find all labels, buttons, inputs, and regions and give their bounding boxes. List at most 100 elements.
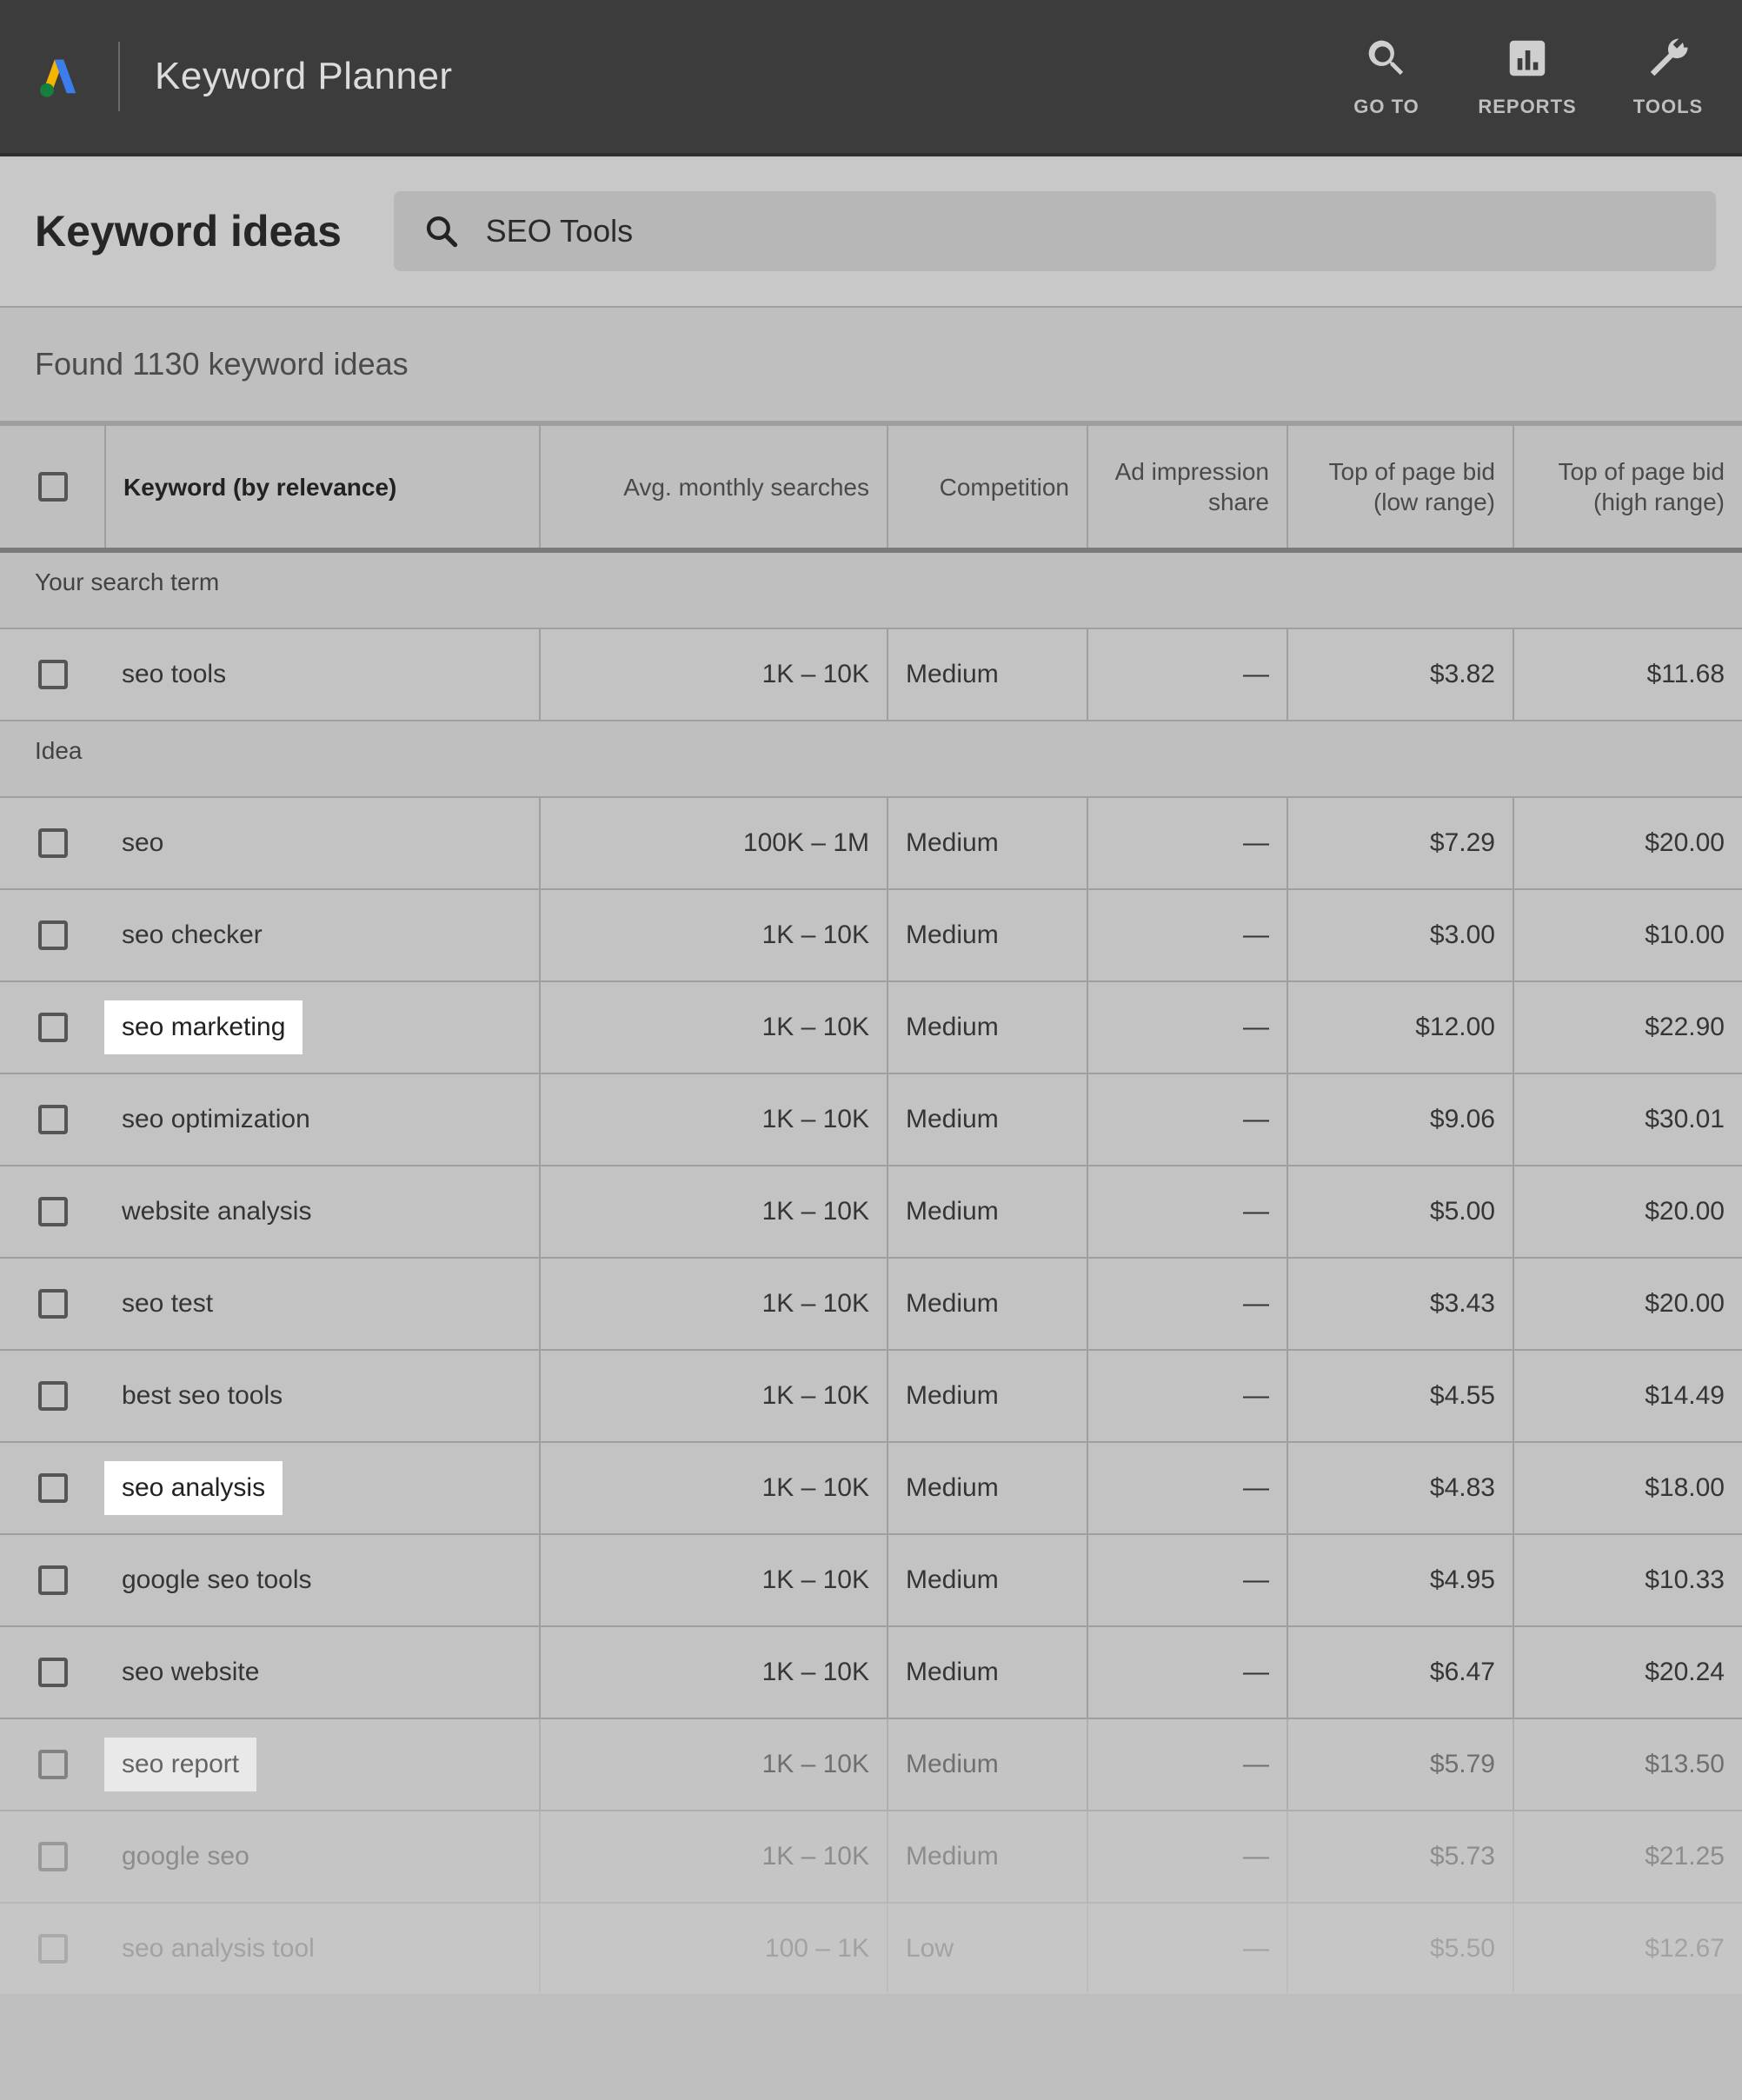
cell-bid-high: $20.00 bbox=[1513, 798, 1742, 888]
nav-goto[interactable]: GO TO bbox=[1347, 35, 1426, 118]
cell-keyword: google seo bbox=[104, 1811, 539, 1902]
table-row[interactable]: seo100K – 1MMedium—$7.29$20.00 bbox=[0, 798, 1742, 890]
row-checkbox[interactable] bbox=[38, 660, 68, 689]
bar-chart-icon bbox=[1504, 35, 1551, 82]
cell-keyword: seo checker bbox=[104, 890, 539, 980]
row-checkbox-cell bbox=[0, 1166, 104, 1257]
row-checkbox-cell bbox=[0, 629, 104, 720]
row-checkbox[interactable] bbox=[38, 1197, 68, 1226]
wrench-icon bbox=[1645, 35, 1692, 82]
table-row[interactable]: seo analysis1K – 10KMedium—$4.83$18.00 bbox=[0, 1443, 1742, 1535]
cell-keyword: seo report bbox=[104, 1719, 539, 1810]
cell-competition: Medium bbox=[887, 1074, 1087, 1165]
cell-bid-low: $4.83 bbox=[1287, 1443, 1513, 1533]
row-checkbox-cell bbox=[0, 1904, 104, 1994]
row-checkbox[interactable] bbox=[38, 1381, 68, 1411]
table-row[interactable]: seo report1K – 10KMedium—$5.79$13.50 bbox=[0, 1719, 1742, 1811]
cell-bid-high: $10.00 bbox=[1513, 890, 1742, 980]
cell-competition: Medium bbox=[887, 798, 1087, 888]
col-keyword[interactable]: Keyword (by relevance) bbox=[104, 426, 539, 548]
cell-bid-low: $3.82 bbox=[1287, 629, 1513, 720]
row-checkbox[interactable] bbox=[38, 1565, 68, 1595]
search-input[interactable] bbox=[484, 212, 1686, 250]
row-checkbox-cell bbox=[0, 1351, 104, 1441]
col-ad-share[interactable]: Ad impression share bbox=[1087, 426, 1287, 548]
cell-competition: Medium bbox=[887, 1259, 1087, 1349]
cell-ad-share: — bbox=[1087, 1351, 1287, 1441]
search-header: Keyword ideas bbox=[0, 156, 1742, 308]
table-row[interactable]: seo marketing1K – 10KMedium—$12.00$22.90 bbox=[0, 982, 1742, 1074]
cell-avg: 1K – 10K bbox=[539, 1719, 887, 1810]
row-checkbox[interactable] bbox=[38, 1842, 68, 1871]
col-bid-high[interactable]: Top of page bid (high range) bbox=[1513, 426, 1742, 548]
cell-keyword: seo analysis tool bbox=[104, 1904, 539, 1994]
row-checkbox-cell bbox=[0, 1074, 104, 1165]
row-checkbox[interactable] bbox=[38, 1013, 68, 1042]
table-row[interactable]: seo analysis tool100 – 1KLow—$5.50$12.67 bbox=[0, 1904, 1742, 1996]
row-checkbox[interactable] bbox=[38, 1934, 68, 1964]
select-all-checkbox[interactable] bbox=[38, 472, 68, 502]
table-row[interactable]: seo website1K – 10KMedium—$6.47$20.24 bbox=[0, 1627, 1742, 1719]
table-row[interactable]: google seo tools1K – 10KMedium—$4.95$10.… bbox=[0, 1535, 1742, 1627]
cell-keyword: website analysis bbox=[104, 1166, 539, 1257]
cell-keyword: seo website bbox=[104, 1627, 539, 1718]
cell-bid-high: $30.01 bbox=[1513, 1074, 1742, 1165]
section-idea: Idea bbox=[0, 721, 1742, 798]
cell-bid-high: $10.33 bbox=[1513, 1535, 1742, 1625]
nav-reports-label: REPORTS bbox=[1478, 96, 1576, 118]
cell-bid-low: $7.29 bbox=[1287, 798, 1513, 888]
cell-avg: 1K – 10K bbox=[539, 1811, 887, 1902]
cell-avg: 1K – 10K bbox=[539, 1627, 887, 1718]
select-all-cell bbox=[0, 426, 104, 548]
row-checkbox-cell bbox=[0, 890, 104, 980]
table-row[interactable]: google seo1K – 10KMedium—$5.73$21.25 bbox=[0, 1811, 1742, 1904]
search-icon bbox=[1363, 35, 1410, 82]
cell-bid-low: $9.06 bbox=[1287, 1074, 1513, 1165]
nav-reports[interactable]: REPORTS bbox=[1488, 35, 1566, 118]
row-checkbox[interactable] bbox=[38, 828, 68, 858]
row-checkbox[interactable] bbox=[38, 1289, 68, 1319]
results-count: Found 1130 keyword ideas bbox=[0, 308, 1742, 423]
top-nav: GO TO REPORTS TOOLS bbox=[1347, 35, 1707, 118]
cell-bid-low: $5.50 bbox=[1287, 1904, 1513, 1994]
table-row[interactable]: seo optimization1K – 10KMedium—$9.06$30.… bbox=[0, 1074, 1742, 1166]
top-bar: Keyword Planner GO TO REPORTS TOOLS bbox=[0, 0, 1742, 156]
table-row[interactable]: seo test1K – 10KMedium—$3.43$20.00 bbox=[0, 1259, 1742, 1351]
cell-bid-low: $3.00 bbox=[1287, 890, 1513, 980]
col-bid-low[interactable]: Top of page bid (low range) bbox=[1287, 426, 1513, 548]
col-competition[interactable]: Competition bbox=[887, 426, 1087, 548]
table-header-row: Keyword (by relevance) Avg. monthly sear… bbox=[0, 423, 1742, 553]
cell-avg: 1K – 10K bbox=[539, 890, 887, 980]
table-row[interactable]: best seo tools1K – 10KMedium—$4.55$14.49 bbox=[0, 1351, 1742, 1443]
cell-avg: 1K – 10K bbox=[539, 1351, 887, 1441]
cell-bid-high: $22.90 bbox=[1513, 982, 1742, 1073]
cell-ad-share: — bbox=[1087, 629, 1287, 720]
row-checkbox-cell bbox=[0, 1719, 104, 1810]
cell-ad-share: — bbox=[1087, 798, 1287, 888]
app-title: Keyword Planner bbox=[155, 55, 1347, 98]
nav-tools[interactable]: TOOLS bbox=[1629, 35, 1707, 118]
row-checkbox[interactable] bbox=[38, 1658, 68, 1687]
cell-bid-low: $5.00 bbox=[1287, 1166, 1513, 1257]
col-avg-searches[interactable]: Avg. monthly searches bbox=[539, 426, 887, 548]
table-row[interactable]: seo tools1K – 10KMedium—$3.82$11.68 bbox=[0, 629, 1742, 721]
cell-competition: Medium bbox=[887, 982, 1087, 1073]
cell-competition: Medium bbox=[887, 1627, 1087, 1718]
cell-competition: Medium bbox=[887, 1166, 1087, 1257]
search-box[interactable] bbox=[394, 191, 1716, 271]
table-row[interactable]: website analysis1K – 10KMedium—$5.00$20.… bbox=[0, 1166, 1742, 1259]
cell-ad-share: — bbox=[1087, 1904, 1287, 1994]
table-row[interactable]: seo checker1K – 10KMedium—$3.00$10.00 bbox=[0, 890, 1742, 982]
cell-competition: Medium bbox=[887, 1719, 1087, 1810]
cell-ad-share: — bbox=[1087, 1535, 1287, 1625]
row-checkbox-cell bbox=[0, 1535, 104, 1625]
cell-avg: 100K – 1M bbox=[539, 798, 887, 888]
cell-avg: 1K – 10K bbox=[539, 1535, 887, 1625]
row-checkbox[interactable] bbox=[38, 1473, 68, 1503]
row-checkbox[interactable] bbox=[38, 920, 68, 950]
cell-avg: 1K – 10K bbox=[539, 1443, 887, 1533]
row-checkbox[interactable] bbox=[38, 1105, 68, 1134]
row-checkbox[interactable] bbox=[38, 1750, 68, 1779]
cell-ad-share: — bbox=[1087, 1719, 1287, 1810]
row-checkbox-cell bbox=[0, 1259, 104, 1349]
